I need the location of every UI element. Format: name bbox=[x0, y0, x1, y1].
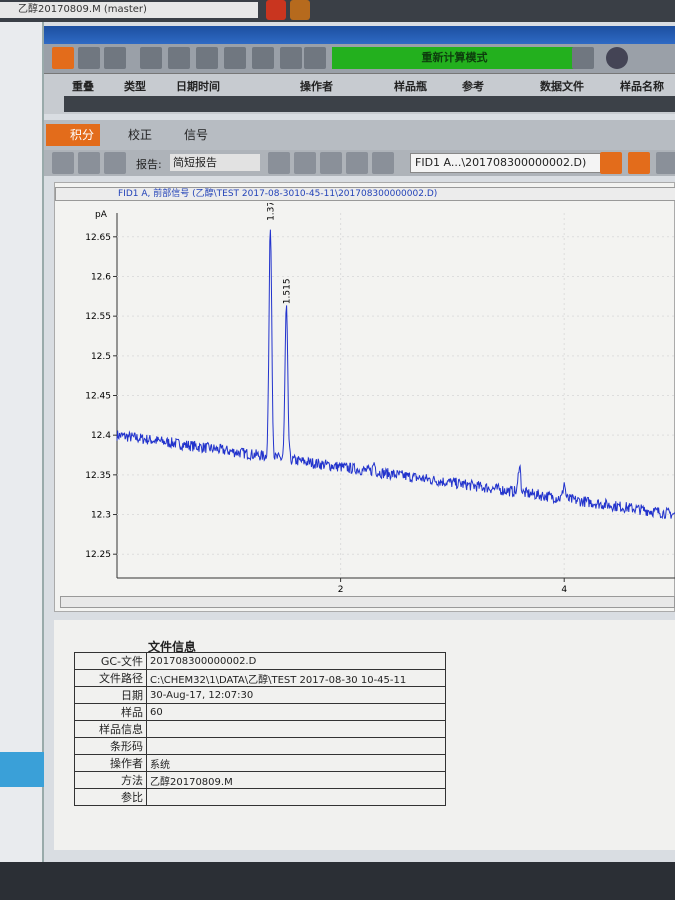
file-info-key: 参比 bbox=[74, 788, 147, 806]
file-info-row: 样品 60 bbox=[74, 703, 446, 721]
file-info-row: 操作者 系统 bbox=[74, 754, 446, 772]
signal-select[interactable]: FID1 A...\201708300000002.D) bbox=[410, 153, 610, 173]
zoom-in-icon[interactable] bbox=[628, 152, 650, 174]
col-header[interactable]: 数据文件 bbox=[540, 78, 584, 94]
play-icon[interactable] bbox=[140, 47, 162, 69]
chromatogram[interactable]: pA 12.25 12.3 12.35 12.4 12.45 12.5 12.55 12.6 12… bbox=[55, 203, 675, 613]
file-info-key: 样品信息 bbox=[74, 720, 147, 738]
file-info-row: 日期 30-Aug-17, 12:07:30 bbox=[74, 686, 446, 704]
clipboard-icon[interactable] bbox=[320, 152, 342, 174]
y-tick-label: 12.55 bbox=[85, 312, 111, 322]
file-info-value bbox=[146, 788, 446, 806]
file-info-value: 30-Aug-17, 12:07:30 bbox=[146, 686, 446, 704]
tab-integration[interactable]: 积分 bbox=[46, 124, 101, 146]
file-info-table: GC-文件 201708300000002.D 文件路径 C:\CHEM32\1\DA… bbox=[74, 652, 446, 806]
y-tick-label: 12.3 bbox=[91, 511, 111, 521]
file-info-value: 60 bbox=[146, 703, 446, 721]
file-info-row: 条形码 bbox=[74, 737, 446, 755]
col-header[interactable]: 参考 bbox=[462, 78, 484, 94]
col-header[interactable]: 重叠 bbox=[72, 78, 94, 94]
report-icon[interactable] bbox=[268, 152, 290, 174]
load-icon[interactable] bbox=[104, 47, 126, 69]
x-tick-label: 4 bbox=[561, 585, 567, 595]
run-toolbar: 重新计算模式 bbox=[44, 44, 675, 74]
y-tick-label: 12.35 bbox=[85, 471, 111, 481]
y-tick-label: 12.4 bbox=[91, 431, 111, 441]
file-info-row: 样品信息 bbox=[74, 720, 446, 738]
peak-label: 1.515 bbox=[282, 278, 292, 304]
file-info-key: 方法 bbox=[74, 771, 147, 789]
file-info-key: 日期 bbox=[74, 686, 147, 704]
last-icon[interactable] bbox=[280, 47, 302, 69]
data-analysis-icon[interactable] bbox=[52, 47, 74, 69]
col-header[interactable]: 样品名称 bbox=[620, 78, 664, 94]
tab-calibration[interactable]: 校正 bbox=[104, 124, 158, 146]
file-info-value bbox=[146, 737, 446, 755]
export-icon[interactable] bbox=[372, 152, 394, 174]
report-select[interactable]: 简短报告 bbox=[170, 154, 260, 171]
left-panel bbox=[0, 22, 44, 862]
table-row[interactable] bbox=[64, 96, 675, 112]
col-header[interactable]: 日期时间 bbox=[176, 78, 220, 94]
step-icon[interactable] bbox=[168, 47, 190, 69]
file-info-key: 文件路径 bbox=[74, 669, 147, 687]
print-icon[interactable] bbox=[572, 47, 594, 69]
file-info-key: 条形码 bbox=[74, 737, 147, 755]
events-icon[interactable] bbox=[104, 152, 126, 174]
title-bar: 乙醇20170809.M (master) bbox=[0, 0, 675, 22]
col-header[interactable]: 类型 bbox=[124, 78, 146, 94]
view-header bbox=[44, 26, 675, 44]
taskbar bbox=[0, 862, 675, 900]
mode-indicator: 重新计算模式 bbox=[332, 47, 577, 69]
file-info-row: 参比 bbox=[74, 788, 446, 806]
file-info-value: C:\CHEM32\1\DATA\乙醇\TEST 2017-08-30 10-4… bbox=[146, 669, 446, 687]
preview-icon[interactable] bbox=[294, 152, 316, 174]
file-info-key: 样品 bbox=[74, 703, 147, 721]
copy-icon[interactable] bbox=[78, 47, 100, 69]
grid-icon[interactable] bbox=[266, 0, 286, 20]
y-tick-label: 12.65 bbox=[85, 233, 111, 243]
analysis-toolbar: 报告: 简短报告 FID1 A...\201708300000002.D) bbox=[44, 150, 675, 176]
selected-nav-item[interactable] bbox=[0, 752, 44, 787]
print-icon[interactable] bbox=[346, 152, 368, 174]
help-icon[interactable] bbox=[606, 47, 628, 69]
y-tick-label: 12.6 bbox=[91, 272, 111, 282]
first-icon[interactable] bbox=[196, 47, 218, 69]
signal-trace bbox=[116, 229, 675, 520]
col-header[interactable]: 操作者 bbox=[300, 78, 333, 94]
next-icon[interactable] bbox=[252, 47, 274, 69]
prev-icon[interactable] bbox=[224, 47, 246, 69]
chromatogram-panel: FID1 A, 前部信号 (乙醇\TEST 2017-08-3010-45-11… bbox=[54, 182, 675, 612]
integrate-icon[interactable] bbox=[52, 152, 74, 174]
y-tick-label: 12.5 bbox=[91, 352, 111, 362]
x-tick-label: 2 bbox=[338, 585, 344, 595]
file-info-key: GC-文件 bbox=[74, 652, 147, 670]
file-info-value: 201708300000002.D bbox=[146, 652, 446, 670]
file-info-row: GC-文件 201708300000002.D bbox=[74, 652, 446, 670]
file-info-value: 乙醇20170809.M bbox=[146, 771, 446, 789]
file-info-value bbox=[146, 720, 446, 738]
y-tick-label: 12.25 bbox=[85, 550, 111, 560]
y-axis-label: pA bbox=[95, 210, 108, 220]
file-info-row: 文件路径 C:\CHEM32\1\DATA\乙醇\TEST 2017-08-30 … bbox=[74, 669, 446, 687]
y-tick-label: 12.45 bbox=[85, 392, 111, 402]
file-info-panel: 文件信息 GC-文件 201708300000002.D 文件路径 C:\CHEM32… bbox=[54, 620, 675, 850]
peak-label: 1.372 bbox=[266, 203, 276, 221]
file-info-key: 操作者 bbox=[74, 754, 147, 772]
window-title: 乙醇20170809.M (master) bbox=[0, 2, 258, 18]
pause-icon[interactable] bbox=[304, 47, 326, 69]
file-info-row: 方法 乙醇20170809.M bbox=[74, 771, 446, 789]
horizontal-scrollbar[interactable] bbox=[60, 596, 675, 608]
tab-bar: 积分 校正 信号 bbox=[44, 120, 675, 150]
chart-title: FID1 A, 前部信号 (乙醇\TEST 2017-08-3010-45-11… bbox=[55, 187, 675, 201]
report-label: 报告: bbox=[136, 158, 162, 171]
col-header[interactable]: 样品瓶 bbox=[394, 78, 427, 94]
power-icon[interactable] bbox=[290, 0, 310, 20]
tab-signal[interactable]: 信号 bbox=[160, 124, 214, 146]
file-info-value: 系统 bbox=[146, 754, 446, 772]
sequence-table: 重叠 类型 日期时间 操作者 样品瓶 参考 数据文件 样品名称 bbox=[44, 74, 675, 114]
manual-integrate-icon[interactable] bbox=[78, 152, 100, 174]
zoom-out-icon[interactable] bbox=[656, 152, 675, 174]
overlay-icon[interactable] bbox=[600, 152, 622, 174]
